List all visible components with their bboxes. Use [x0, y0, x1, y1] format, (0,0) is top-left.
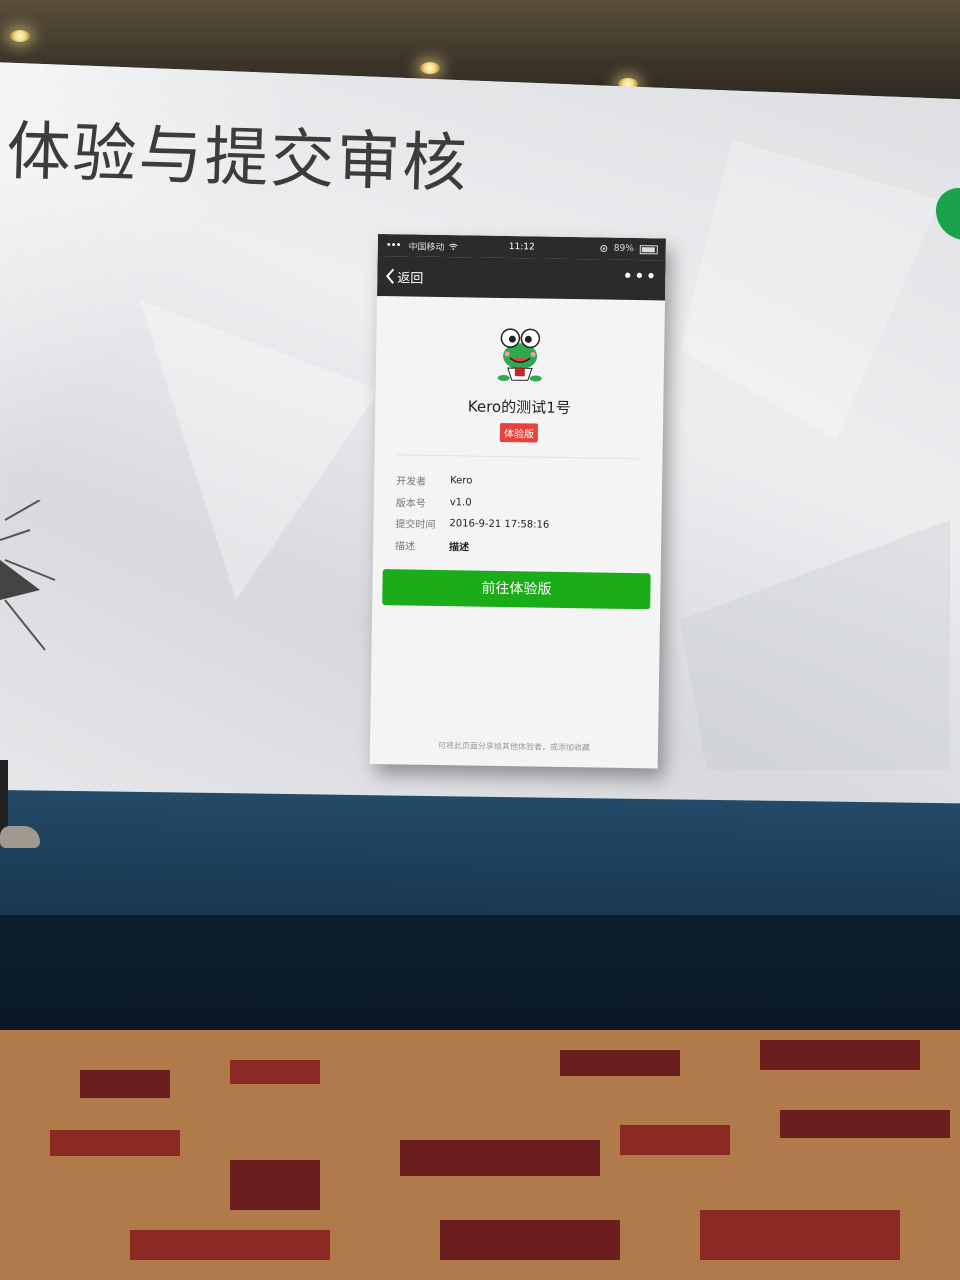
carpet-pattern: [230, 1160, 320, 1210]
slide-title: 体验与提交审核: [5, 114, 470, 202]
carpet-pattern: [620, 1125, 730, 1155]
chevron-left-icon: [386, 268, 395, 284]
divider: [396, 454, 641, 460]
info-value: 2016-9-21 17:58:16: [449, 518, 550, 531]
carpet-pattern: [80, 1070, 170, 1098]
info-label: 提交时间: [395, 519, 436, 532]
info-value: v1.0: [449, 496, 472, 509]
info-list: 开发者 Kero 版本号 v1.0 提交时间 2016-9-21 17:58:1…: [395, 469, 662, 559]
carpet: [0, 1030, 960, 1280]
footer-note: 可将此页面分享给其他体验者，或添加收藏: [437, 741, 591, 753]
carpet-pattern: [700, 1210, 900, 1260]
open-trial-version-button[interactable]: 前往体验版: [382, 569, 651, 610]
info-row-description: 描述 描述: [395, 534, 661, 560]
back-button[interactable]: 返回: [385, 267, 424, 287]
info-label: 开发者: [396, 476, 427, 489]
frog-mascot-icon: [497, 328, 542, 382]
info-label: 版本号: [395, 498, 426, 510]
carpet-pattern: [780, 1110, 950, 1138]
nav-bar: 返回 •••: [377, 255, 666, 301]
battery-icon: [639, 244, 658, 254]
carpet-pattern: [760, 1040, 920, 1070]
app-name: Kero的测试1号: [467, 397, 571, 418]
carpet-pattern: [230, 1060, 320, 1084]
carpet-pattern: [50, 1130, 180, 1156]
carpet-pattern: [560, 1050, 680, 1076]
carpet-pattern: [130, 1230, 330, 1260]
back-label: 返回: [397, 270, 424, 287]
carpet-pattern: [400, 1140, 600, 1176]
carpet-pattern: [440, 1220, 620, 1260]
info-label: 描述: [395, 541, 416, 553]
info-value: 描述: [448, 541, 470, 554]
stage-edge: [0, 915, 960, 1040]
status-bar: ••• 中国移动 11:12 89%: [377, 234, 666, 261]
ceiling-light-icon: [10, 30, 30, 42]
presenter-shoe: [0, 826, 40, 848]
status-time: 11:12: [508, 242, 535, 253]
phone-screen: ••• 中国移动 11:12 89% 返回 ••• Kero的测试1号 体验版: [369, 234, 666, 769]
trial-version-badge: 体验版: [499, 422, 539, 443]
plant-decoration: [0, 500, 56, 651]
more-button[interactable]: •••: [622, 266, 657, 289]
info-value: Kero: [450, 475, 473, 487]
ceiling-light-icon: [420, 62, 440, 74]
